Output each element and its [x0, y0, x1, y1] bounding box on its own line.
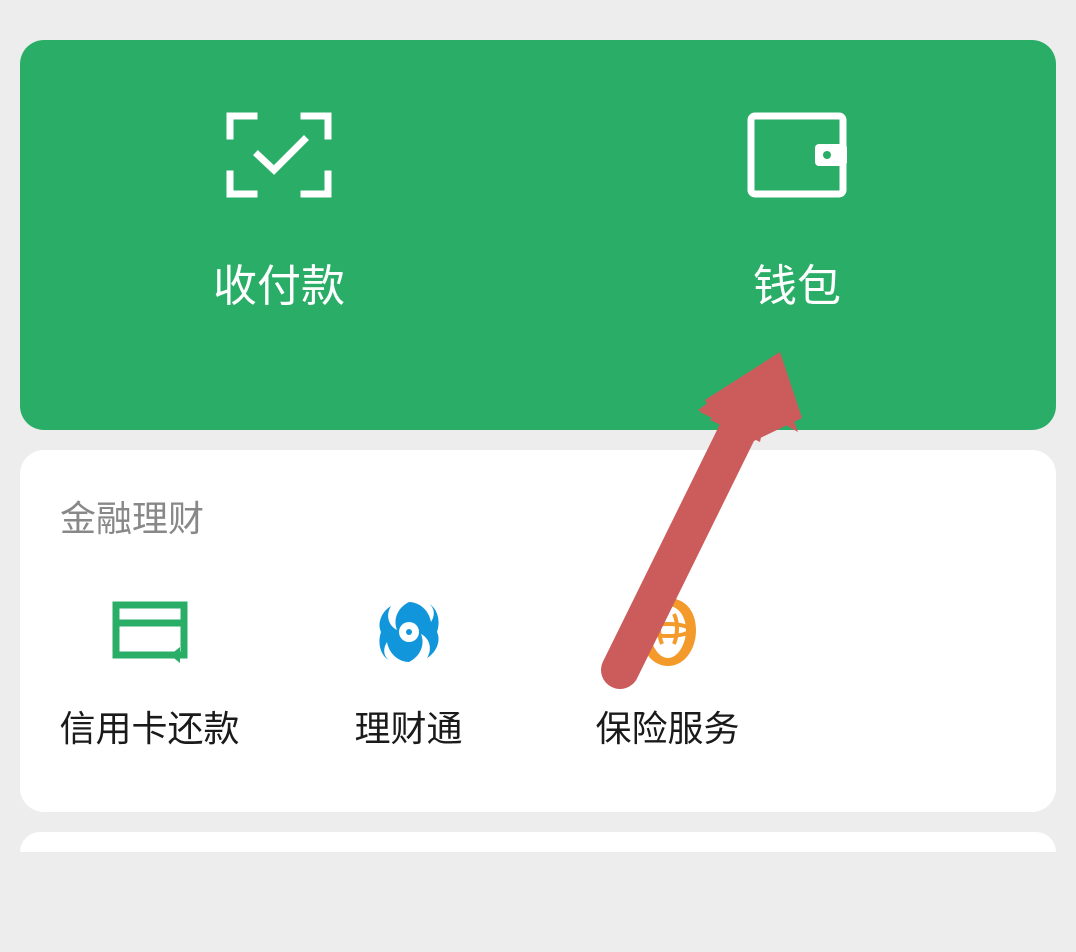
credit-card-repay-button[interactable]: 信用卡还款: [20, 592, 279, 752]
pay-wallet-card: 收付款 钱包: [20, 40, 1056, 430]
insurance-icon: [628, 592, 708, 672]
insurance-label: 保险服务: [595, 700, 739, 752]
pay-receive-button[interactable]: 收付款: [20, 100, 538, 314]
finance-section-card: 金融理财 信用卡还款 理财通: [20, 450, 1056, 812]
credit-card-repay-label: 信用卡还款: [59, 700, 239, 752]
next-section-card: [20, 832, 1056, 852]
wallet-icon: [742, 100, 852, 210]
wallet-button[interactable]: 钱包: [538, 100, 1056, 314]
licaitong-icon: [369, 592, 449, 672]
wallet-label: 钱包: [753, 250, 841, 314]
scan-pay-icon: [224, 100, 334, 210]
licaitong-label: 理财通: [354, 700, 462, 752]
finance-grid: 信用卡还款 理财通 保险服务: [20, 592, 1056, 752]
pay-receive-label: 收付款: [213, 250, 345, 314]
insurance-button[interactable]: 保险服务: [538, 592, 797, 752]
credit-card-icon: [110, 592, 190, 672]
licaitong-button[interactable]: 理财通: [279, 592, 538, 752]
finance-section-title: 金融理财: [20, 490, 1056, 542]
